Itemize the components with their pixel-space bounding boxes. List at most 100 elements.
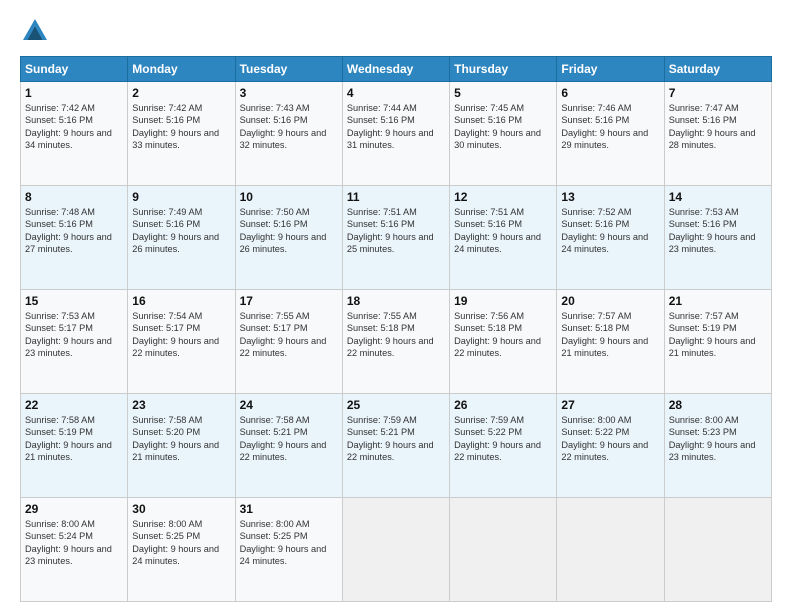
calendar-body: 1 Sunrise: 7:42 AMSunset: 5:16 PMDaylight…	[21, 82, 772, 602]
day-number: 24	[240, 398, 338, 412]
weekday-header-monday: Monday	[128, 57, 235, 82]
day-number: 13	[561, 190, 659, 204]
header	[20, 16, 772, 46]
day-number: 22	[25, 398, 123, 412]
day-number: 1	[25, 86, 123, 100]
day-number: 25	[347, 398, 445, 412]
day-number: 3	[240, 86, 338, 100]
day-cell: 23Sunrise: 7:58 AMSunset: 5:20 PMDayligh…	[128, 394, 235, 498]
day-number: 31	[240, 502, 338, 516]
day-cell: 20Sunrise: 7:57 AMSunset: 5:18 PMDayligh…	[557, 290, 664, 394]
day-cell: 31 Sunrise: 8:00 AMSunset: 5:25 PMDayligh…	[235, 498, 342, 602]
day-info: Sunrise: 7:52 AMSunset: 5:16 PMDaylight:…	[561, 206, 659, 256]
day-cell: 2Sunrise: 7:42 AMSunset: 5:16 PMDaylight…	[128, 82, 235, 186]
day-cell: 15Sunrise: 7:53 AMSunset: 5:17 PMDayligh…	[21, 290, 128, 394]
day-number: 30	[132, 502, 230, 516]
day-info: Sunrise: 7:57 AMSunset: 5:19 PMDaylight:…	[669, 310, 767, 360]
day-info: Sunrise: 7:59 AMSunset: 5:21 PMDaylight:…	[347, 414, 445, 464]
day-cell: 24 Sunrise: 7:58 AMSunset: 5:21 PMDayligh…	[235, 394, 342, 498]
day-info: Sunrise: 7:42 AMSunset: 5:16 PMDaylight:…	[25, 102, 123, 152]
day-number: 9	[132, 190, 230, 204]
day-cell: 10 Sunrise: 7:50 AMSunset: 5:16 PMDayligh…	[235, 186, 342, 290]
day-number: 19	[454, 294, 552, 308]
day-cell: 29 Sunrise: 8:00 AMSunset: 5:24 PMDayligh…	[21, 498, 128, 602]
day-cell: 19 Sunrise: 7:56 AMSunset: 5:18 PMDayligh…	[450, 290, 557, 394]
day-cell: 4 Sunrise: 7:44 AMSunset: 5:16 PMDaylight…	[342, 82, 449, 186]
day-cell: 16Sunrise: 7:54 AMSunset: 5:17 PMDayligh…	[128, 290, 235, 394]
day-info: Sunrise: 7:53 AMSunset: 5:17 PMDaylight:…	[25, 310, 123, 360]
day-info: Sunrise: 8:00 AMSunset: 5:25 PMDaylight:…	[240, 518, 338, 568]
day-cell: 5 Sunrise: 7:45 AMSunset: 5:16 PMDaylight…	[450, 82, 557, 186]
day-info: Sunrise: 7:55 AMSunset: 5:18 PMDaylight:…	[347, 310, 445, 360]
day-cell: 9Sunrise: 7:49 AMSunset: 5:16 PMDaylight…	[128, 186, 235, 290]
day-cell: 1 Sunrise: 7:42 AMSunset: 5:16 PMDaylight…	[21, 82, 128, 186]
logo	[20, 16, 54, 46]
day-info: Sunrise: 7:46 AMSunset: 5:16 PMDaylight:…	[561, 102, 659, 152]
day-cell: 17Sunrise: 7:55 AMSunset: 5:17 PMDayligh…	[235, 290, 342, 394]
day-cell: 8 Sunrise: 7:48 AMSunset: 5:16 PMDaylight…	[21, 186, 128, 290]
day-cell: 28Sunrise: 8:00 AMSunset: 5:23 PMDayligh…	[664, 394, 771, 498]
day-info: Sunrise: 7:54 AMSunset: 5:17 PMDaylight:…	[132, 310, 230, 360]
day-cell	[664, 498, 771, 602]
day-cell	[557, 498, 664, 602]
week-row-5: 29 Sunrise: 8:00 AMSunset: 5:24 PMDayligh…	[21, 498, 772, 602]
day-number: 12	[454, 190, 552, 204]
day-cell: 12 Sunrise: 7:51 AMSunset: 5:16 PMDayligh…	[450, 186, 557, 290]
day-cell: 3 Sunrise: 7:43 AMSunset: 5:16 PMDaylight…	[235, 82, 342, 186]
weekday-header-wednesday: Wednesday	[342, 57, 449, 82]
weekday-row: SundayMondayTuesdayWednesdayThursdayFrid…	[21, 57, 772, 82]
day-number: 10	[240, 190, 338, 204]
day-cell	[450, 498, 557, 602]
day-info: Sunrise: 7:59 AMSunset: 5:22 PMDaylight:…	[454, 414, 552, 464]
day-info: Sunrise: 7:51 AMSunset: 5:16 PMDaylight:…	[454, 206, 552, 256]
day-info: Sunrise: 7:56 AMSunset: 5:18 PMDaylight:…	[454, 310, 552, 360]
day-number: 2	[132, 86, 230, 100]
calendar-table: SundayMondayTuesdayWednesdayThursdayFrid…	[20, 56, 772, 602]
day-number: 27	[561, 398, 659, 412]
day-info: Sunrise: 7:48 AMSunset: 5:16 PMDaylight:…	[25, 206, 123, 256]
week-row-4: 22 Sunrise: 7:58 AMSunset: 5:19 PMDayligh…	[21, 394, 772, 498]
weekday-header-friday: Friday	[557, 57, 664, 82]
day-number: 8	[25, 190, 123, 204]
day-number: 18	[347, 294, 445, 308]
day-info: Sunrise: 8:00 AMSunset: 5:24 PMDaylight:…	[25, 518, 123, 568]
day-info: Sunrise: 7:58 AMSunset: 5:21 PMDaylight:…	[240, 414, 338, 464]
day-info: Sunrise: 7:50 AMSunset: 5:16 PMDaylight:…	[240, 206, 338, 256]
day-info: Sunrise: 7:51 AMSunset: 5:16 PMDaylight:…	[347, 206, 445, 256]
day-number: 4	[347, 86, 445, 100]
day-info: Sunrise: 7:47 AMSunset: 5:16 PMDaylight:…	[669, 102, 767, 152]
day-number: 14	[669, 190, 767, 204]
day-cell: 22 Sunrise: 7:58 AMSunset: 5:19 PMDayligh…	[21, 394, 128, 498]
day-info: Sunrise: 7:58 AMSunset: 5:19 PMDaylight:…	[25, 414, 123, 464]
day-number: 17	[240, 294, 338, 308]
day-info: Sunrise: 8:00 AMSunset: 5:25 PMDaylight:…	[132, 518, 230, 568]
week-row-2: 8 Sunrise: 7:48 AMSunset: 5:16 PMDaylight…	[21, 186, 772, 290]
week-row-3: 15Sunrise: 7:53 AMSunset: 5:17 PMDayligh…	[21, 290, 772, 394]
day-number: 21	[669, 294, 767, 308]
weekday-header-saturday: Saturday	[664, 57, 771, 82]
day-number: 11	[347, 190, 445, 204]
day-cell: 26 Sunrise: 7:59 AMSunset: 5:22 PMDayligh…	[450, 394, 557, 498]
day-cell: 30 Sunrise: 8:00 AMSunset: 5:25 PMDayligh…	[128, 498, 235, 602]
day-info: Sunrise: 7:43 AMSunset: 5:16 PMDaylight:…	[240, 102, 338, 152]
logo-icon	[20, 16, 50, 46]
day-info: Sunrise: 7:44 AMSunset: 5:16 PMDaylight:…	[347, 102, 445, 152]
day-cell: 7 Sunrise: 7:47 AMSunset: 5:16 PMDaylight…	[664, 82, 771, 186]
weekday-header-sunday: Sunday	[21, 57, 128, 82]
day-number: 7	[669, 86, 767, 100]
calendar-header: SundayMondayTuesdayWednesdayThursdayFrid…	[21, 57, 772, 82]
weekday-header-thursday: Thursday	[450, 57, 557, 82]
day-cell: 25 Sunrise: 7:59 AMSunset: 5:21 PMDayligh…	[342, 394, 449, 498]
day-number: 5	[454, 86, 552, 100]
day-number: 29	[25, 502, 123, 516]
day-info: Sunrise: 7:58 AMSunset: 5:20 PMDaylight:…	[132, 414, 230, 464]
day-cell: 18 Sunrise: 7:55 AMSunset: 5:18 PMDayligh…	[342, 290, 449, 394]
day-info: Sunrise: 8:00 AMSunset: 5:23 PMDaylight:…	[669, 414, 767, 464]
day-number: 26	[454, 398, 552, 412]
weekday-header-tuesday: Tuesday	[235, 57, 342, 82]
week-row-1: 1 Sunrise: 7:42 AMSunset: 5:16 PMDaylight…	[21, 82, 772, 186]
day-info: Sunrise: 7:45 AMSunset: 5:16 PMDaylight:…	[454, 102, 552, 152]
day-cell: 13 Sunrise: 7:52 AMSunset: 5:16 PMDayligh…	[557, 186, 664, 290]
day-info: Sunrise: 8:00 AMSunset: 5:22 PMDaylight:…	[561, 414, 659, 464]
day-number: 20	[561, 294, 659, 308]
